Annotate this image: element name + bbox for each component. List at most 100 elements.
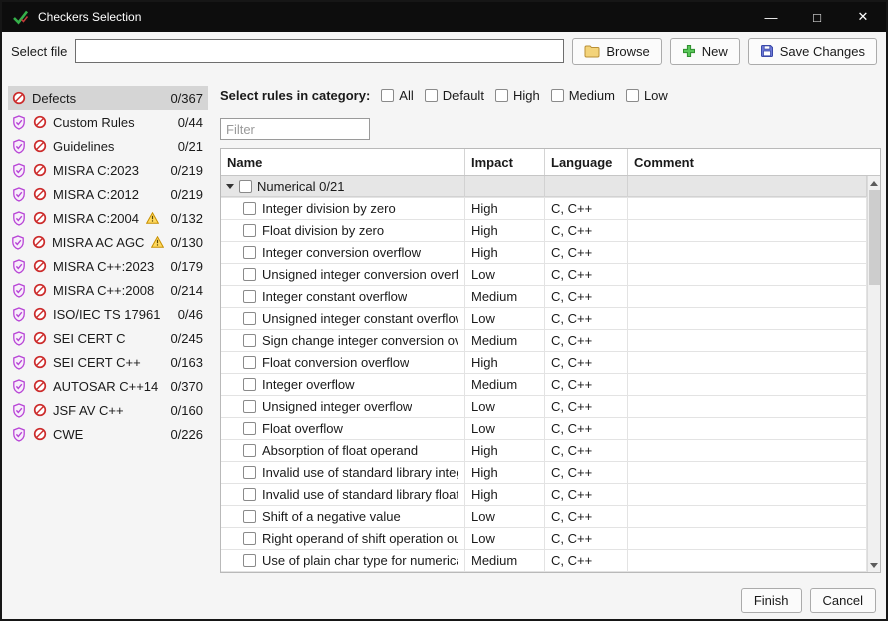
plus-icon (682, 44, 696, 58)
rule-comment-cell[interactable] (628, 220, 867, 241)
rule-comment-cell[interactable] (628, 352, 867, 373)
rule-row[interactable]: Integer constant overflow Medium C, C++ (221, 286, 867, 308)
rule-comment-cell[interactable] (628, 242, 867, 263)
level-filter-checkbox[interactable] (626, 89, 639, 102)
level-filter-checkbox[interactable] (381, 89, 394, 102)
rule-row[interactable]: Shift of a negative value Low C, C++ (221, 506, 867, 528)
column-header-impact[interactable]: Impact (465, 149, 545, 175)
rule-row[interactable]: Unsigned integer constant overflow Low C… (221, 308, 867, 330)
level-filter-checkbox[interactable] (425, 89, 438, 102)
rule-row[interactable]: Float division by zero High C, C++ (221, 220, 867, 242)
finish-button[interactable]: Finish (741, 588, 802, 613)
level-filter-option[interactable]: High (495, 88, 540, 103)
vertical-scrollbar[interactable] (867, 176, 880, 572)
rule-comment-cell[interactable] (628, 286, 867, 307)
rule-checkbox[interactable] (243, 334, 256, 347)
rule-row[interactable]: Integer overflow Medium C, C++ (221, 374, 867, 396)
category-sidebar: Defects 0/367 (8, 78, 208, 581)
rule-comment-cell[interactable] (628, 528, 867, 549)
rule-comment-cell[interactable] (628, 264, 867, 285)
sidebar-category-item[interactable]: MISRA C++:2023 0/179 (8, 254, 208, 278)
scrollbar-thumb[interactable] (869, 190, 880, 285)
new-button[interactable]: New (670, 38, 740, 65)
rule-comment-cell[interactable] (628, 506, 867, 527)
rule-checkbox[interactable] (243, 444, 256, 457)
column-header-language[interactable]: Language (545, 149, 628, 175)
sidebar-category-item[interactable]: MISRA C:2012 0/219 (8, 182, 208, 206)
rule-checkbox[interactable] (243, 378, 256, 391)
rule-comment-cell[interactable] (628, 198, 867, 219)
rule-checkbox[interactable] (243, 356, 256, 369)
rule-checkbox[interactable] (243, 510, 256, 523)
rule-row[interactable]: Use of plain char type for numerical val… (221, 550, 867, 572)
filter-input[interactable] (220, 118, 370, 140)
rule-comment-cell[interactable] (628, 550, 867, 571)
rule-checkbox[interactable] (243, 202, 256, 215)
sidebar-category-item[interactable]: Guidelines 0/21 (8, 134, 208, 158)
close-button[interactable]: ✕ (840, 2, 886, 32)
rule-comment-cell[interactable] (628, 462, 867, 483)
rule-checkbox[interactable] (243, 554, 256, 567)
group-checkbox[interactable] (239, 180, 252, 193)
collapse-expander-icon[interactable] (226, 184, 234, 189)
level-filter-checkbox[interactable] (551, 89, 564, 102)
scroll-down-icon[interactable] (868, 558, 881, 572)
rule-checkbox[interactable] (243, 422, 256, 435)
level-filter-option[interactable]: All (381, 88, 413, 103)
rule-comment-cell[interactable] (628, 374, 867, 395)
sidebar-category-item[interactable]: Custom Rules 0/44 (8, 110, 208, 134)
rule-checkbox[interactable] (243, 246, 256, 259)
sidebar-category-item[interactable]: MISRA C:2004 0/132 (8, 206, 208, 230)
rule-row[interactable]: Integer conversion overflow High C, C++ (221, 242, 867, 264)
column-header-comment[interactable]: Comment (628, 149, 880, 175)
rule-checkbox[interactable] (243, 466, 256, 479)
level-filter-option[interactable]: Default (425, 88, 484, 103)
browse-button[interactable]: Browse (572, 38, 661, 65)
group-row-numerical[interactable]: Numerical 0/21 (221, 176, 867, 198)
rule-row[interactable]: Float overflow Low C, C++ (221, 418, 867, 440)
rule-row[interactable]: Invalid use of standard library floating… (221, 484, 867, 506)
sidebar-category-item[interactable]: CWE 0/226 (8, 422, 208, 446)
minimize-button[interactable]: — (748, 2, 794, 32)
rule-row[interactable]: Unsigned integer conversion overflow Low… (221, 264, 867, 286)
rule-comment-cell[interactable] (628, 418, 867, 439)
file-path-input[interactable] (75, 39, 564, 63)
sidebar-category-item[interactable]: MISRA C++:2008 0/214 (8, 278, 208, 302)
save-changes-button[interactable]: Save Changes (748, 38, 877, 65)
maximize-button[interactable]: □ (794, 2, 840, 32)
sidebar-category-item[interactable]: MISRA C:2023 0/219 (8, 158, 208, 182)
scroll-up-icon[interactable] (868, 176, 881, 190)
rule-comment-cell[interactable] (628, 396, 867, 417)
rule-checkbox[interactable] (243, 224, 256, 237)
sidebar-category-item[interactable]: MISRA AC AGC 0/130 (8, 230, 208, 254)
rule-comment-cell[interactable] (628, 440, 867, 461)
rule-row[interactable]: Right operand of shift operation outside… (221, 528, 867, 550)
rule-row[interactable]: Absorption of float operand High C, C++ (221, 440, 867, 462)
rule-row[interactable]: Integer division by zero High C, C++ (221, 198, 867, 220)
level-filter-option[interactable]: Medium (551, 88, 615, 103)
rule-comment-cell[interactable] (628, 330, 867, 351)
rule-name-text: Shift of a negative value (262, 509, 401, 524)
sidebar-category-item[interactable]: JSF AV C++ 0/160 (8, 398, 208, 422)
rule-checkbox[interactable] (243, 400, 256, 413)
rule-row[interactable]: Float conversion overflow High C, C++ (221, 352, 867, 374)
rule-checkbox[interactable] (243, 268, 256, 281)
sidebar-category-item[interactable]: SEI CERT C 0/245 (8, 326, 208, 350)
rule-comment-cell[interactable] (628, 484, 867, 505)
rule-row[interactable]: Invalid use of standard library integer … (221, 462, 867, 484)
rule-checkbox[interactable] (243, 290, 256, 303)
rule-row[interactable]: Sign change integer conversion overflow … (221, 330, 867, 352)
rule-checkbox[interactable] (243, 312, 256, 325)
column-header-name[interactable]: Name (221, 149, 465, 175)
rule-checkbox[interactable] (243, 532, 256, 545)
sidebar-category-item[interactable]: SEI CERT C++ 0/163 (8, 350, 208, 374)
sidebar-category-item[interactable]: Defects 0/367 (8, 86, 208, 110)
rule-comment-cell[interactable] (628, 308, 867, 329)
cancel-button[interactable]: Cancel (810, 588, 876, 613)
level-filter-checkbox[interactable] (495, 89, 508, 102)
level-filter-option[interactable]: Low (626, 88, 668, 103)
sidebar-category-item[interactable]: AUTOSAR C++14 0/370 (8, 374, 208, 398)
sidebar-category-item[interactable]: ISO/IEC TS 17961 0/46 (8, 302, 208, 326)
rule-checkbox[interactable] (243, 488, 256, 501)
rule-row[interactable]: Unsigned integer overflow Low C, C++ (221, 396, 867, 418)
